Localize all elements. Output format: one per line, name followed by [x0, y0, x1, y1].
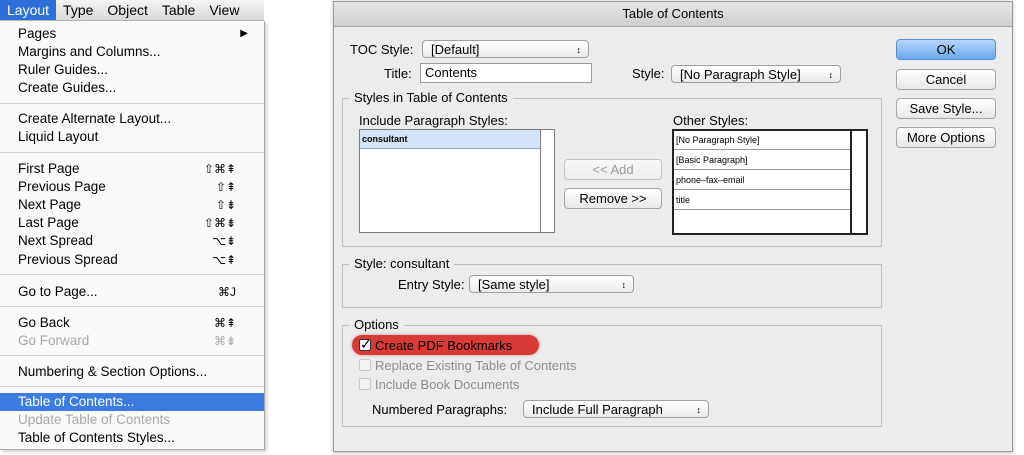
menu-item-previous-page[interactable]: Previous Page ⇧⇞ — [0, 178, 264, 196]
menu-object[interactable]: Object — [100, 0, 154, 20]
entry-style-label: Entry Style: — [398, 277, 465, 292]
include-styles-list[interactable]: consultant — [359, 129, 555, 233]
style-consultant-title: Style: consultant — [349, 257, 455, 271]
replace-existing-toc-checkbox — [359, 359, 371, 371]
entry-style-select[interactable]: [Same style] ↕ — [469, 275, 634, 293]
entry-style-value: [Same style] — [478, 277, 550, 292]
menu-item-numbering-section-options[interactable]: Numbering & Section Options... — [0, 363, 264, 381]
numbered-paragraphs-label: Numbered Paragraphs: — [372, 402, 508, 417]
menu-item-update-table-of-contents: Update Table of Contents — [18, 412, 171, 427]
replace-existing-toc-label: Replace Existing Table of Contents — [375, 358, 577, 373]
other-styles-label: Other Styles: — [673, 113, 749, 128]
list-item[interactable]: [No Paragraph Style] — [674, 131, 850, 150]
list-item[interactable]: phone–fax–email — [674, 171, 850, 190]
include-paragraph-styles-label: Include Paragraph Styles: — [359, 113, 508, 128]
include-book-documents-checkbox — [359, 378, 371, 390]
create-pdf-bookmarks-label: Create PDF Bookmarks — [375, 338, 513, 353]
menu-item-next-page[interactable]: Next Page ⇧⇟ — [0, 196, 264, 214]
scrollbar[interactable] — [850, 131, 868, 233]
menubar: Layout Type Object Table View — [0, 0, 264, 21]
menu-separator — [0, 152, 264, 153]
toc-style-select[interactable]: [Default] ↕ — [422, 40, 589, 58]
title-style-value: [No Paragraph Style] — [680, 67, 801, 82]
menu-item-pages[interactable]: Pages ▶ — [0, 25, 264, 43]
submenu-arrow-icon: ▶ — [240, 28, 248, 39]
ok-button[interactable]: OK — [896, 39, 996, 60]
cancel-button[interactable]: Cancel — [896, 69, 996, 90]
menu-item-liquid-layout[interactable]: Liquid Layout — [0, 128, 264, 146]
menu-item-create-guides[interactable]: Create Guides... — [0, 79, 264, 97]
title-style-select[interactable]: [No Paragraph Style] ↕ — [671, 65, 841, 83]
other-styles-list[interactable]: [No Paragraph Style] [Basic Paragraph] p… — [672, 129, 868, 235]
menu-separator — [0, 103, 264, 104]
menu-item-previous-spread[interactable]: Previous Spread ⌥⇞ — [0, 251, 264, 269]
toc-style-value: [Default] — [431, 42, 480, 57]
more-options-button[interactable]: More Options — [896, 127, 996, 148]
menu-item-table-of-contents-styles[interactable]: Table of Contents Styles... — [0, 429, 264, 447]
menu-item-last-page[interactable]: Last Page ⇧⌘⇟ — [0, 214, 264, 232]
menu-item-margins-columns[interactable]: Margins and Columns... — [0, 43, 264, 61]
menu-item-go-back[interactable]: Go Back ⌘⇞ — [0, 314, 264, 332]
menu-separator — [0, 306, 264, 307]
menu-item-table-of-contents[interactable]: Table of Contents... — [0, 393, 264, 411]
chevron-updown-icon: ↕ — [696, 405, 702, 415]
scrollbar[interactable] — [540, 130, 555, 232]
list-item[interactable]: consultant — [360, 130, 540, 149]
menu-separator — [0, 386, 264, 387]
menu-item-go-forward: Go Forward ⌘⇟ — [18, 333, 236, 348]
chevron-updown-icon: ↕ — [828, 70, 834, 80]
checkmark-icon: ✓ — [360, 336, 372, 352]
menu-separator — [0, 355, 264, 356]
dialog-title: Table of Contents — [334, 2, 1012, 27]
menu-table[interactable]: Table — [155, 0, 202, 20]
menu-item-go-to-page[interactable]: Go to Page... ⌘J — [0, 283, 264, 301]
list-item[interactable]: title — [674, 191, 850, 210]
menu-layout[interactable]: Layout — [0, 0, 57, 20]
save-style-button[interactable]: Save Style... — [896, 98, 996, 119]
layout-menu: Pages ▶ Margins and Columns... Ruler Gui… — [0, 21, 265, 450]
numbered-paragraphs-select[interactable]: Include Full Paragraph ↕ — [523, 400, 709, 418]
remove-button[interactable]: Remove >> — [564, 188, 662, 209]
menu-item-ruler-guides[interactable]: Ruler Guides... — [0, 61, 264, 79]
numbered-paragraphs-value: Include Full Paragraph — [532, 402, 663, 417]
include-book-documents-label: Include Book Documents — [375, 377, 520, 392]
title-label: Title: — [384, 66, 412, 81]
menu-item-create-alternate-layout[interactable]: Create Alternate Layout... — [0, 110, 264, 128]
chevron-updown-icon: ↕ — [576, 45, 582, 55]
menu-item-first-page[interactable]: First Page ⇧⌘⇞ — [0, 160, 264, 178]
styles-in-toc-title: Styles in Table of Contents — [349, 91, 513, 105]
options-title: Options — [349, 318, 404, 332]
style-label: Style: — [632, 66, 665, 81]
menu-separator — [0, 274, 264, 275]
title-field[interactable]: Contents — [420, 63, 592, 83]
list-item[interactable]: [Basic Paragraph] — [674, 151, 850, 170]
menu-type[interactable]: Type — [56, 0, 100, 20]
toc-style-label: TOC Style: — [350, 42, 414, 57]
toc-dialog: Table of Contents TOC Style: [Default] ↕… — [333, 1, 1013, 452]
menu-item-next-spread[interactable]: Next Spread ⌥⇟ — [0, 232, 264, 250]
add-button: << Add — [564, 159, 662, 180]
chevron-updown-icon: ↕ — [621, 280, 627, 290]
menu-view[interactable]: View — [202, 0, 246, 20]
create-pdf-bookmarks-checkbox[interactable]: ✓ — [359, 336, 372, 352]
